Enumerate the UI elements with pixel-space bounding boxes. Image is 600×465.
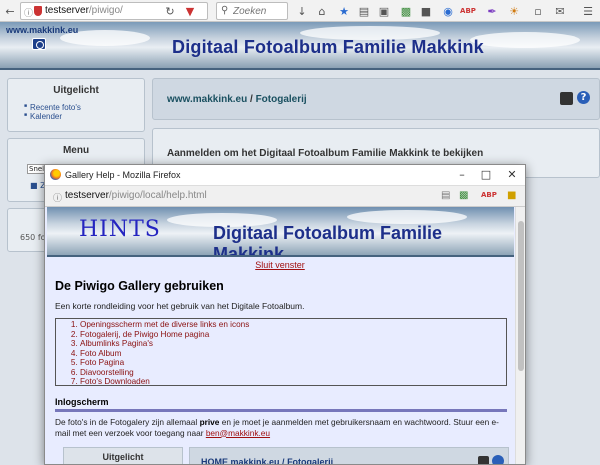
search-bar[interactable]: ⚲ (216, 2, 288, 20)
search-icon: ⚲ (221, 5, 229, 16)
popup-window-title: Gallery Help - Mozilla Firefox (65, 170, 181, 180)
sync-icon[interactable]: ▫ (530, 3, 546, 19)
popup-titlebar[interactable]: Gallery Help - Mozilla Firefox – □ ✕ (45, 165, 525, 185)
email-link[interactable]: ben@makkink.eu (206, 428, 270, 438)
toc-item[interactable]: Fotogalerij, de Piwigo Home pagina (80, 330, 506, 340)
popup-url-bar[interactable]: ⓘ testserver/piwigo/local/help.html ▤ ▩ … (45, 185, 525, 207)
menu-hamburger-icon[interactable]: ☰ (580, 3, 596, 19)
mini-help-icon (492, 455, 504, 464)
mini-uitgelicht-box: Uitgelicht (63, 447, 183, 464)
maximize-icon[interactable]: □ (477, 167, 495, 183)
minimize-icon[interactable]: – (453, 167, 471, 183)
scrollbar-thumb[interactable] (518, 221, 524, 371)
eye-icon[interactable]: ◉ (440, 3, 456, 19)
help-intro: Een korte rondleiding voor het gebruik v… (55, 301, 305, 311)
bookmark-dropdown-icon[interactable]: ▼ (182, 3, 198, 19)
reader-view-icon[interactable]: ▤ (441, 190, 450, 201)
adblock-icon[interactable]: ABP (460, 3, 476, 19)
home-icon[interactable]: ⌂ (314, 3, 330, 19)
url-bar[interactable]: ⓘ testserver/piwigo/ (20, 2, 208, 20)
breadcrumb-site-link[interactable]: www.makkink.eu (167, 94, 247, 105)
toc-item[interactable]: Openingsscherm met de diverse links en i… (80, 320, 506, 330)
site-banner: www.makkink.eu Digitaal Fotoalbum Famili… (0, 22, 600, 70)
uitgelicht-item[interactable]: Kalender (24, 112, 144, 121)
help-content: HINTS Digitaal Fotoalbum Familie Makkink… (45, 207, 515, 464)
toc-item[interactable]: Foto Album (80, 349, 506, 359)
section-heading: Inlogscherm (55, 397, 109, 407)
help-icon[interactable]: ? (577, 91, 590, 104)
close-window-link[interactable]: Sluit venster (45, 260, 515, 270)
uitgelicht-title: Uitgelicht (53, 85, 99, 96)
extension-photo-icon[interactable]: ▩ (398, 3, 414, 19)
popup-url-text: testserver/piwigo/local/help.html (65, 190, 207, 201)
popup-info-icon[interactable]: ⓘ (53, 191, 62, 204)
firefox-icon (50, 169, 61, 180)
hints-label: HINTS (79, 217, 161, 242)
help-banner-title: Digitaal Fotoalbum Familie Makkink (213, 223, 443, 257)
help-banner: HINTS Digitaal Fotoalbum Familie Makkink (47, 207, 514, 257)
info-icon[interactable]: ⓘ (24, 6, 33, 19)
download-icon[interactable]: ↓ (294, 3, 310, 19)
close-icon[interactable]: ✕ (503, 167, 521, 183)
pen-extension-icon[interactable]: ✒ (484, 3, 500, 19)
mini-slideshow-icon (478, 456, 489, 464)
login-paragraph: De foto's in de Fotogalery zijn allemaal… (55, 417, 499, 438)
browser-toolbar: ← ⓘ testserver/piwigo/ ↻ ▼ ⚲ ↓ ⌂ ★ ▤ ▣ ▩… (0, 0, 600, 22)
uitgelicht-item[interactable]: Recente foto's (24, 103, 144, 112)
popup-scrollbar[interactable] (515, 207, 525, 464)
toc-item[interactable]: Foto's Downloaden (80, 377, 506, 387)
popup-photo-extension-icon[interactable]: ▩ (459, 190, 468, 201)
breadcrumb: www.makkink.eu / Fotogalerij (167, 94, 307, 105)
popup-extension-icon[interactable]: ■ (507, 190, 516, 201)
security-shield-icon (34, 6, 42, 16)
reader-icon[interactable]: ■ (418, 3, 434, 19)
popup-adblock-icon[interactable]: ABP (481, 191, 497, 199)
search-input[interactable] (233, 5, 285, 17)
uitgelicht-box: Uitgelicht Recente foto's Kalender (7, 78, 145, 132)
mini-breadcrumb-bar: HOME makkink.eu / Fotogalerij (189, 447, 509, 464)
uitgelicht-list: Recente foto's Kalender (24, 103, 144, 121)
help-heading: De Piwigo Gallery gebruiken (55, 279, 224, 293)
table-of-contents: Openingsscherm met de diverse links en i… (55, 318, 507, 386)
quick-menu-select[interactable]: Snel (27, 164, 45, 174)
mail-icon[interactable]: ✉ (552, 3, 568, 19)
photo-count: 650 fo (20, 233, 46, 242)
menu-title: Menu (62, 145, 90, 156)
banner-title: Digitaal Fotoalbum Familie Makkink (172, 37, 484, 57)
help-popup-window: Gallery Help - Mozilla Firefox – □ ✕ ⓘ t… (44, 164, 526, 465)
gallery-home-icon[interactable] (32, 38, 46, 50)
toc-item[interactable]: Foto Pagina (80, 358, 506, 368)
reload-icon[interactable]: ↻ (162, 3, 178, 19)
toc-item[interactable]: Diavoorstelling (80, 368, 506, 378)
breadcrumb-page-link[interactable]: Fotogalerij (256, 94, 307, 105)
library-icon[interactable]: ▤ (356, 3, 372, 19)
bookmarks-star-icon[interactable]: ★ (336, 3, 352, 19)
screenshot-icon[interactable]: ▣ (376, 3, 392, 19)
login-message: Aanmelden om het Digitaal Fotoalbum Fami… (167, 148, 484, 159)
section-divider (55, 409, 507, 412)
slideshow-icon[interactable] (560, 92, 573, 105)
weather-extension-icon[interactable]: ☀ (506, 3, 522, 19)
url-text: testserver/piwigo/ (45, 5, 123, 16)
site-link[interactable]: www.makkink.eu (6, 25, 78, 35)
toc-item[interactable]: Albumlinks Pagina's (80, 339, 506, 349)
back-icon[interactable]: ← (2, 3, 18, 19)
